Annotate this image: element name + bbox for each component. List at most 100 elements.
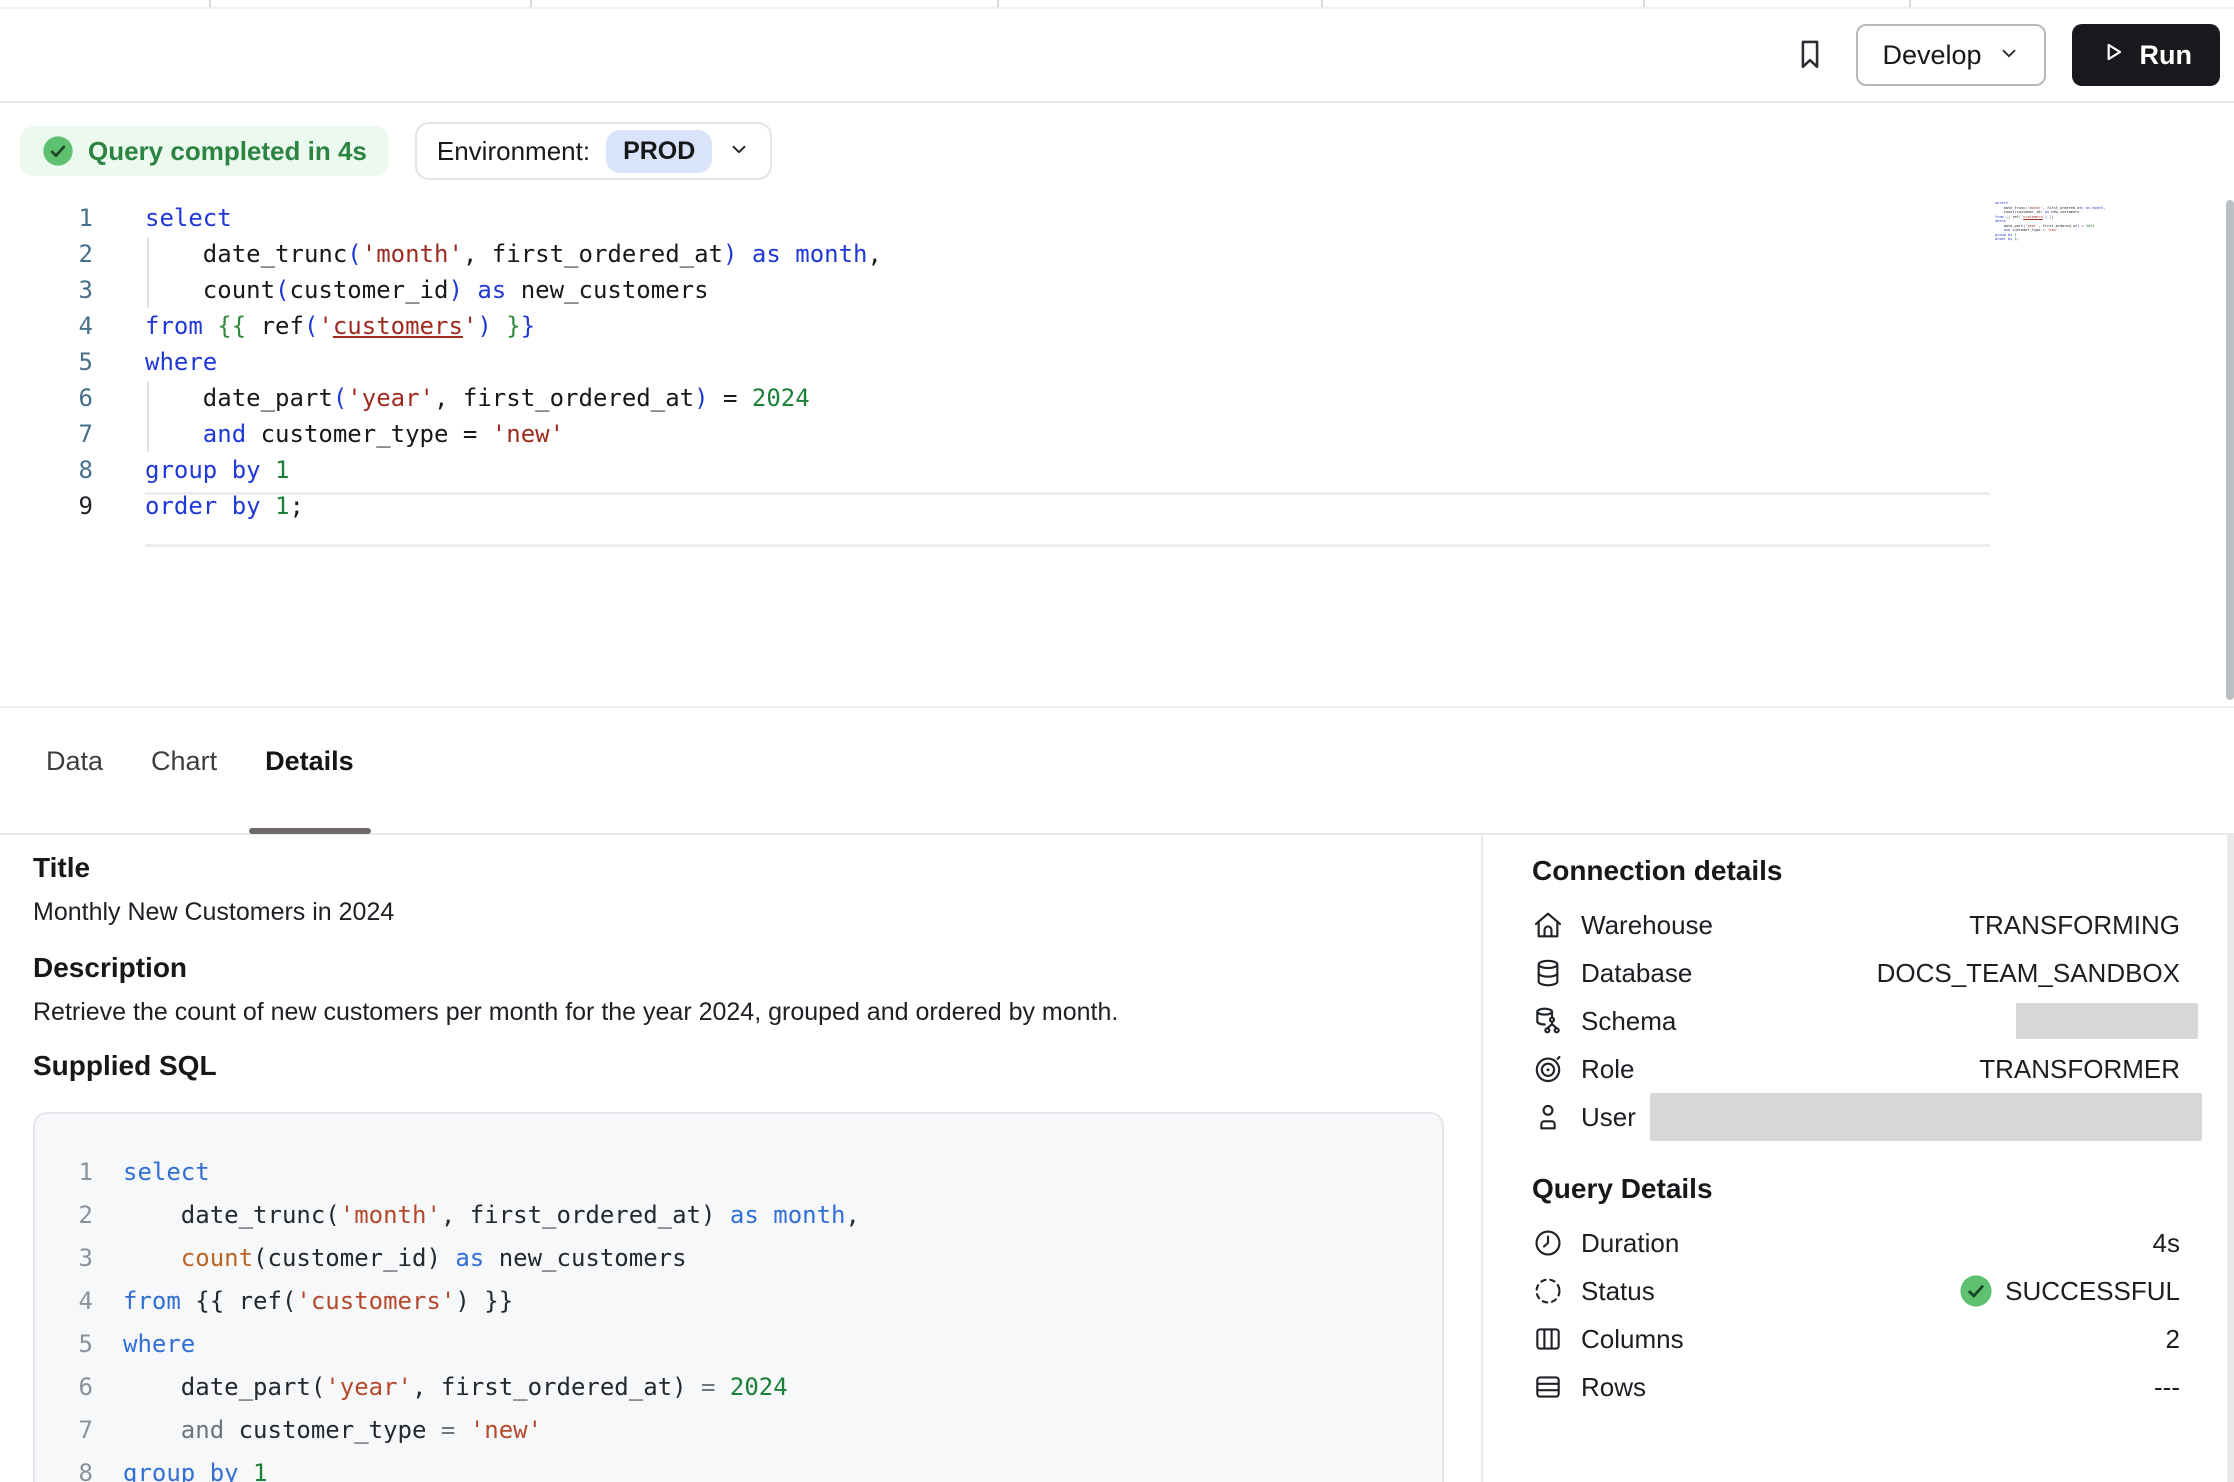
detail-row-status: StatusSUCCESSFUL [1532,1267,2180,1315]
redacted-value [2016,1003,2198,1039]
detail-value: TRANSFORMING [1969,910,2180,941]
check-circle-icon [42,135,74,167]
tabs-top-divider [0,706,2234,708]
environment-label: Environment: [437,136,590,167]
code-line: order by 1; [145,492,304,520]
develop-dropdown-button[interactable]: Develop [1856,24,2045,86]
connection-details-rows: Warehouse TRANSFORMING DatabaseDOCS_TEAM_S… [1532,901,2180,1141]
environment-dropdown[interactable]: Environment: PROD [415,122,772,180]
line-number: 1 [35,1158,93,1186]
schema-icon [1532,1005,1564,1037]
tab-chart[interactable]: Chart [151,733,217,789]
chevron-down-icon [1998,40,2020,71]
tab-details[interactable]: Details [265,733,354,789]
bookmark-icon [1793,37,1827,74]
sql-editor[interactable]: 1 select 2 date_trunc('month', first_order… [0,200,882,524]
detail-value: SUCCESSFUL [1959,1274,2180,1308]
supplied-sql-line-2: 2 date_trunc('month', first_ordered_at) … [35,1193,1442,1236]
run-button[interactable]: Run [2072,24,2220,86]
detail-row-duration: Duration 4s [1532,1219,2180,1267]
environment-value-pill: PROD [606,130,712,173]
warehouse-icon [1532,909,1564,941]
play-icon [2100,39,2126,72]
results-tabs: Data Chart Details [46,733,354,789]
code-line: from {{ ref('customers') }} [145,312,535,340]
detail-label: Columns [1581,1324,1684,1355]
line-number: 8 [0,456,93,484]
detail-value: 4s [2153,1228,2180,1259]
editor-line-3[interactable]: 3 count(customer_id) as new_customers [0,272,882,308]
line-number: 9 [0,492,93,520]
rows-icon [1532,1371,1564,1403]
run-label: Run [2140,40,2192,71]
top-tab-separator [1643,0,1645,7]
top-tab-separator [209,0,211,7]
detail-label: Database [1581,958,1692,989]
detail-row-rows: Rows --- [1532,1363,2180,1411]
detail-label: Role [1581,1054,1634,1085]
editor-line-8[interactable]: 8 group by 1 [0,452,882,488]
top-tab-separator [530,0,532,7]
detail-label: Rows [1581,1372,1646,1403]
editor-line-4[interactable]: 4 from {{ ref('customers') }} [0,308,882,344]
columns-icon [1532,1323,1564,1355]
editor-line-9[interactable]: 9 order by 1; [0,488,882,524]
line-number: 4 [0,312,93,340]
top-tab-separator [1321,0,1323,7]
description-heading: Description [33,952,187,984]
database-icon [1532,957,1564,989]
line-number: 8 [35,1459,93,1482]
line-number: 4 [35,1287,93,1315]
code-line: group by 1 [145,456,290,484]
detail-label: Schema [1581,1006,1676,1037]
supplied-sql-code-block: 1 select 2 date_trunc('month', first_order… [33,1112,1444,1482]
active-tab-underline [249,828,371,834]
detail-row-database: DatabaseDOCS_TEAM_SANDBOX [1532,949,2180,997]
title-value: Monthly New Customers in 2024 [33,898,394,927]
line-number: 3 [35,1244,93,1272]
editor-minimap[interactable]: select date_trunc('month', first_ordered… [1995,201,2105,242]
supplied-sql-line-1: 1 select [35,1150,1442,1193]
supplied-sql-line-3: 3 count(customer_id) as new_customers [35,1236,1442,1279]
detail-row-columns: Columns2 [1532,1315,2180,1363]
code-line: where [145,348,217,376]
detail-row-role: RoleTRANSFORMER [1532,1045,2180,1093]
detail-label: Duration [1581,1228,1679,1259]
query-details-heading: Query Details [1532,1173,2180,1205]
editor-line-5[interactable]: 5 where [0,344,882,380]
scrollbar-track[interactable] [2227,835,2234,1482]
query-details-page: Develop Run Query completed in 4s Enviro… [0,0,2234,1482]
detail-label: User [1581,1102,1636,1133]
line-number: 6 [35,1373,93,1401]
editor-line-1[interactable]: 1 select [0,200,882,236]
loader-icon [1532,1275,1564,1307]
detail-row-schema: Schema [1532,997,2180,1045]
line-number: 1 [0,204,93,232]
bookmark-button[interactable] [1790,35,1830,75]
scrollbar-thumb[interactable] [2226,200,2234,700]
tab-data[interactable]: Data [46,733,103,789]
detail-value: --- [2154,1372,2180,1403]
editor-line-7[interactable]: 7 and customer_type = 'new' [0,416,882,452]
code-line: select [123,1158,210,1186]
line-number: 2 [35,1201,93,1229]
editor-line-2[interactable]: 2 date_trunc('month', first_ordered_at) … [0,236,882,272]
line-number: 6 [0,384,93,412]
clock-icon [1532,1227,1564,1259]
description-value: Retrieve the count of new customers per … [33,998,1118,1027]
line-number: 5 [0,348,93,376]
chevron-down-icon [728,136,750,167]
detail-row-user: User [1532,1093,2180,1141]
user-icon [1532,1101,1564,1133]
success-check-icon [1959,1274,1993,1308]
panel-divider [1481,835,1483,1482]
develop-label: Develop [1882,40,1981,71]
supplied-sql-heading: Supplied SQL [33,1050,217,1082]
editor-line-6[interactable]: 6 date_part('year', first_ordered_at) = … [0,380,882,416]
detail-label: Warehouse [1581,910,1713,941]
query-details-rows: Duration 4s StatusSUCCESSFULColumns2 Rows --… [1532,1219,2180,1411]
code-line: group by 1 [123,1459,268,1482]
top-tab-separator [997,0,999,7]
code-line: select [145,204,232,232]
supplied-sql-line-8: 8 group by 1 [35,1451,1442,1482]
